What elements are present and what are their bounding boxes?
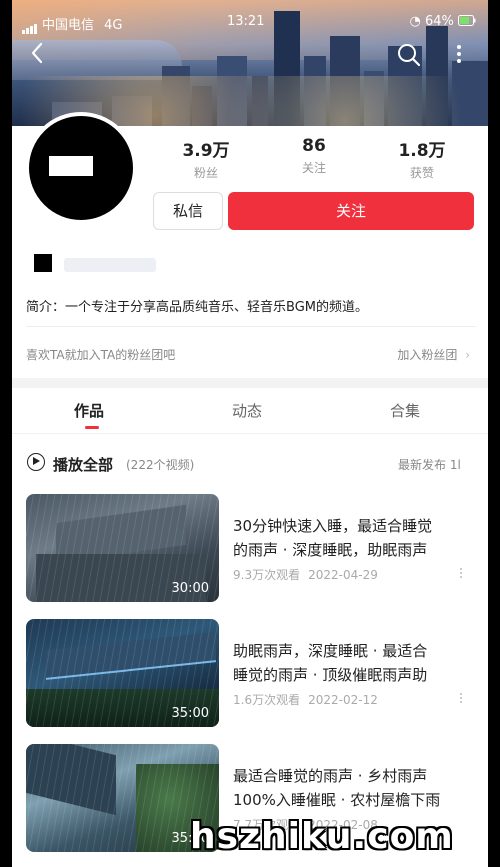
username-redacted (34, 254, 52, 272)
video-meta: 1.6万次观看 2022-02-12 (233, 691, 378, 708)
video-item[interactable]: 30:00 30分钟快速入睡，最适合睡觉 的雨声 · 深度睡眠，助眠雨声 9.3… (12, 494, 488, 602)
phone-frame: 中国电信 4G 13:21 ◔ 64% 3.9万 粉丝 86 关注 1.8万 获… (0, 0, 500, 867)
message-button[interactable]: 私信 (153, 192, 223, 230)
video-item[interactable]: 35:00 助眠雨声，深度睡眠 · 最适合 睡觉的雨声 · 顶级催眠雨声助 1.… (12, 619, 488, 727)
avatar[interactable] (25, 112, 137, 224)
lock-rotation-icon: ◔ (409, 14, 421, 29)
status-time: 13:21 (227, 14, 265, 29)
tab-activity[interactable]: 动态 (232, 400, 262, 421)
video-thumbnail: 35:00 (26, 619, 219, 727)
play-all-row: 播放全部 (222个视频) 最新发布 1l (12, 450, 488, 480)
video-thumbnail: 30:00 (26, 494, 219, 602)
battery-icon (458, 15, 476, 26)
status-bar: 中国电信 4G 13:21 ◔ 64% (12, 0, 488, 40)
stat-value: 3.9万 (182, 141, 230, 161)
video-count: (222个视频) (126, 458, 195, 472)
video-date: 2022-04-29 (308, 568, 378, 582)
play-circle-icon[interactable] (27, 453, 45, 471)
video-title: 助眠雨声，深度睡眠 · 最适合 睡觉的雨声 · 顶级催眠雨声助 (233, 639, 473, 687)
tab-collections[interactable]: 合集 (390, 400, 420, 421)
video-date: 2022-02-12 (308, 693, 378, 707)
profile-bio: 简介：一个专注于分享高品质纯音乐、轻音乐BGM的频道。 (26, 300, 368, 315)
chevron-right-icon: › (465, 348, 470, 362)
video-title: 最适合睡觉的雨声 · 乡村雨声 100%入睡催眠 · 农村屋檐下雨 (233, 764, 473, 812)
carrier-info: 中国电信 4G (22, 14, 123, 34)
stat-fans[interactable]: 3.9万 粉丝 (156, 136, 256, 181)
play-all-button[interactable]: 播放全部 (53, 454, 113, 475)
video-title-line: 100%入睡催眠 · 农村屋檐下雨 (233, 791, 441, 809)
video-title-line: 的雨声 · 深度睡眠，助眠雨声 (233, 541, 428, 559)
stat-label: 获赞 (409, 166, 434, 180)
signal-icon (22, 19, 38, 34)
video-title-line: 30分钟快速入睡，最适合睡觉 (233, 517, 433, 535)
section-gap (12, 378, 488, 388)
screen: 中国电信 4G 13:21 ◔ 64% 3.9万 粉丝 86 关注 1.8万 获… (12, 0, 488, 867)
fan-club-prompt: 喜欢TA就加入TA的粉丝团吧 (26, 348, 176, 362)
username-blurred (64, 258, 156, 272)
join-fan-club-link[interactable]: 加入粉丝团 › (397, 346, 470, 363)
video-meta: 9.3万次观看 2022-04-29 (233, 566, 378, 583)
sort-selector[interactable]: 最新发布 1l (398, 456, 461, 473)
video-duration: 30:00 (171, 581, 209, 596)
network-type: 4G (104, 18, 123, 33)
battery-info: ◔ 64% (409, 14, 476, 29)
tab-works[interactable]: 作品 (74, 400, 104, 421)
more-options-icon[interactable] (452, 42, 466, 68)
stat-label: 关注 (301, 161, 326, 175)
stat-value: 1.8万 (398, 141, 446, 161)
video-title-line: 睡觉的雨声 · 顶级催眠雨声助 (233, 666, 428, 684)
back-icon[interactable] (30, 42, 52, 66)
stat-following[interactable]: 86 关注 (264, 136, 364, 176)
avatar-image (49, 156, 93, 176)
follow-button[interactable]: 关注 (228, 192, 474, 230)
video-title-line: 助眠雨声，深度睡眠 · 最适合 (233, 642, 428, 660)
active-tab-indicator (85, 426, 99, 429)
battery-percent: 64% (424, 14, 454, 29)
join-fan-club-label: 加入粉丝团 (397, 348, 458, 362)
video-title-line: 最适合睡觉的雨声 · 乡村雨声 (233, 767, 428, 785)
stat-value: 86 (302, 136, 326, 156)
carrier-name: 中国电信 (42, 18, 95, 33)
video-views: 9.3万次观看 (233, 568, 301, 582)
content-tabs: 作品 动态 合集 (12, 388, 488, 434)
video-duration: 35:00 (171, 706, 209, 721)
stat-label: 粉丝 (193, 166, 218, 180)
video-title: 30分钟快速入睡，最适合睡觉 的雨声 · 深度睡眠，助眠雨声 (233, 514, 473, 562)
stat-likes[interactable]: 1.8万 获赞 (372, 136, 472, 181)
search-icon[interactable] (396, 42, 422, 68)
video-more-icon[interactable] (458, 691, 464, 705)
video-more-icon[interactable] (458, 566, 464, 580)
video-views: 1.6万次观看 (233, 693, 301, 707)
watermark: hszhiku.com (190, 816, 454, 857)
divider (26, 326, 476, 327)
